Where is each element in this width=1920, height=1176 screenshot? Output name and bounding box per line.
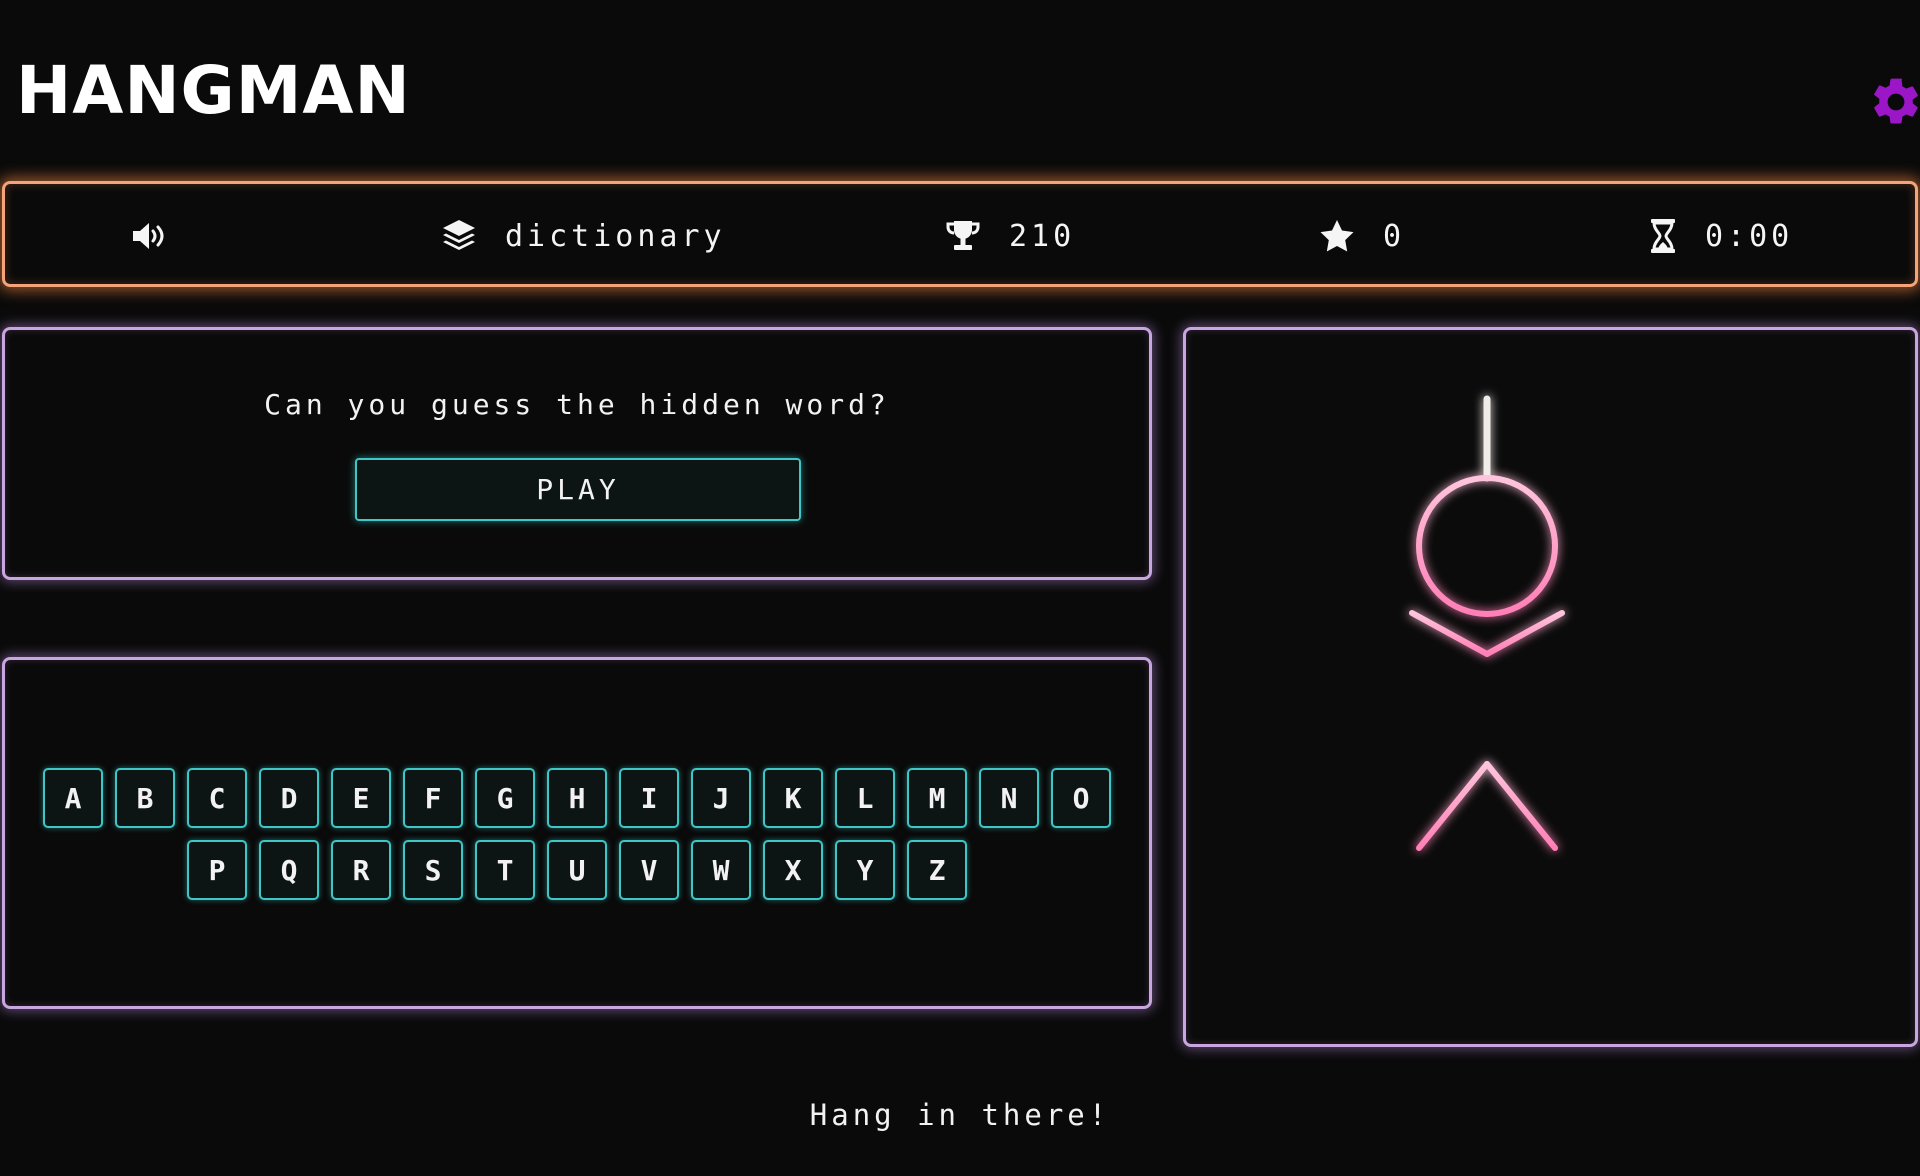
hangman-right-leg xyxy=(1484,761,1558,851)
key-z[interactable]: Z xyxy=(907,840,967,900)
key-d[interactable]: D xyxy=(259,768,319,828)
game-title: HANGMAN xyxy=(16,52,411,129)
keyboard-panel: A B C D E F G H I J K L M N O P Q R S T … xyxy=(2,657,1152,1009)
sound-toggle[interactable] xyxy=(131,214,171,258)
timer-display: 0:00 xyxy=(1649,214,1793,258)
star-icon xyxy=(1320,220,1354,252)
category-label: dictionary xyxy=(505,218,726,254)
key-p[interactable]: P xyxy=(187,840,247,900)
key-e[interactable]: E xyxy=(331,768,391,828)
layers-icon xyxy=(443,220,475,250)
hangman-left-arm xyxy=(1409,610,1490,657)
trophy-icon xyxy=(946,221,980,250)
key-w[interactable]: W xyxy=(691,840,751,900)
score-value: 210 xyxy=(1009,218,1076,254)
category-selector[interactable]: dictionary xyxy=(441,214,726,258)
key-j[interactable]: J xyxy=(691,768,751,828)
gallows-panel xyxy=(1183,327,1918,1047)
key-x[interactable]: X xyxy=(763,840,823,900)
stars-value: 0 xyxy=(1383,218,1406,254)
status-message: Hang in there! xyxy=(809,1098,1111,1132)
key-a[interactable]: A xyxy=(43,768,103,828)
keyboard-row-2: P Q R S T U V W X Y Z xyxy=(5,840,1149,900)
hangman-left-leg xyxy=(1416,761,1490,851)
key-b[interactable]: B xyxy=(115,768,175,828)
play-button[interactable]: PLAY xyxy=(355,458,801,521)
key-n[interactable]: N xyxy=(979,768,1039,828)
speaker-icon xyxy=(133,223,164,249)
score-display: 210 xyxy=(945,214,1075,258)
key-s[interactable]: S xyxy=(403,840,463,900)
prompt-panel: Can you guess the hidden word? PLAY xyxy=(2,327,1152,580)
prompt-text: Can you guess the hidden word? xyxy=(264,388,890,421)
keyboard-row-1: A B C D E F G H I J K L M N O xyxy=(5,768,1149,828)
key-v[interactable]: V xyxy=(619,840,679,900)
key-t[interactable]: T xyxy=(475,840,535,900)
gallows-drawing xyxy=(1297,395,1790,999)
key-r[interactable]: R xyxy=(331,840,391,900)
key-h[interactable]: H xyxy=(547,768,607,828)
status-bar: dictionary 210 0 0:00 xyxy=(2,181,1918,287)
gear-icon[interactable] xyxy=(1868,74,1920,130)
key-y[interactable]: Y xyxy=(835,840,895,900)
stars-display: 0 xyxy=(1319,214,1405,258)
key-i[interactable]: I xyxy=(619,768,679,828)
key-u[interactable]: U xyxy=(547,840,607,900)
key-c[interactable]: C xyxy=(187,768,247,828)
hourglass-icon xyxy=(1651,219,1675,253)
key-q[interactable]: Q xyxy=(259,840,319,900)
key-m[interactable]: M xyxy=(907,768,967,828)
hangman-head xyxy=(1416,475,1558,617)
key-l[interactable]: L xyxy=(835,768,895,828)
hangman-right-arm xyxy=(1484,610,1565,657)
key-f[interactable]: F xyxy=(403,768,463,828)
key-g[interactable]: G xyxy=(475,768,535,828)
timer-value: 0:00 xyxy=(1705,218,1794,254)
key-k[interactable]: K xyxy=(763,768,823,828)
key-o[interactable]: O xyxy=(1051,768,1111,828)
